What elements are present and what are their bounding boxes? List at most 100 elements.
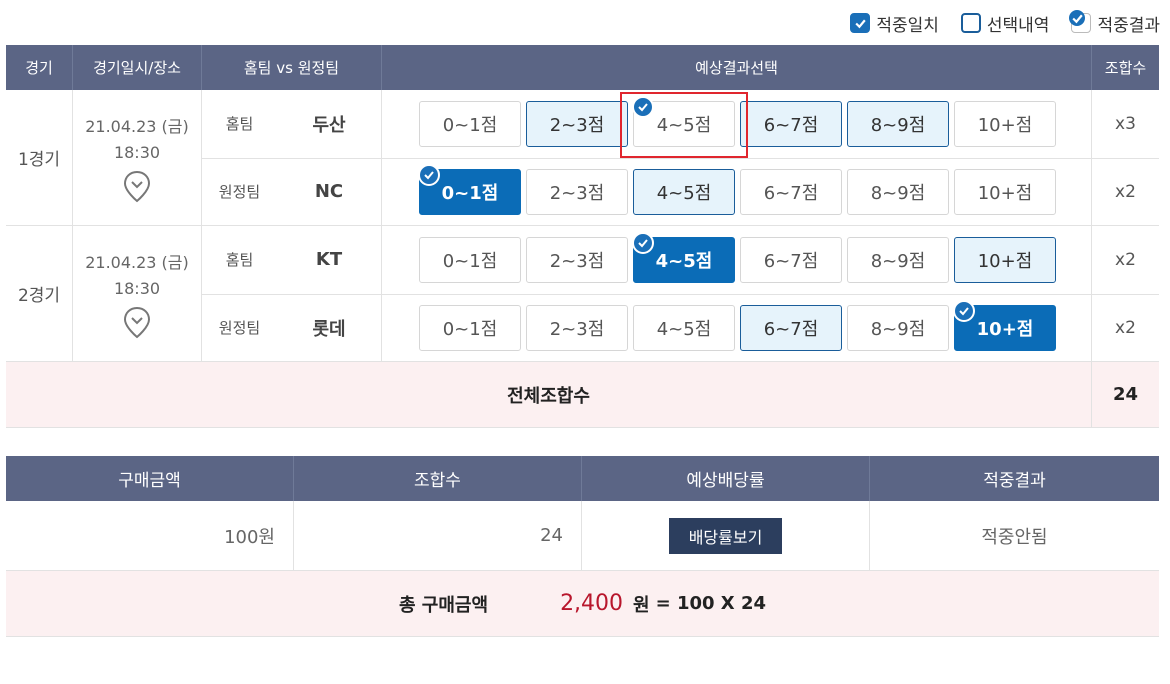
check-icon (632, 231, 654, 254)
team-side: 원정팀 (218, 183, 261, 202)
score-option[interactable]: 0~1점 (419, 100, 521, 147)
result-check-icon (1069, 10, 1092, 33)
score-option[interactable]: 2~3점 (526, 236, 628, 283)
total-purchase-amount: 2,400 (560, 591, 624, 616)
row-combo: x2 (1115, 181, 1136, 202)
location-pin-icon[interactable] (123, 170, 151, 204)
score-option-label: 6~7점 (763, 114, 819, 136)
score-option-label: 8~9점 (870, 250, 926, 272)
prediction-options: 0~1점 2~3점 4~5점 6~7점 8~9점 10+점 (382, 294, 1092, 361)
score-option[interactable]: 8~9점 (847, 100, 949, 147)
game-label: 2경기 (6, 226, 73, 361)
score-option[interactable]: 4~5점 (632, 231, 735, 283)
prediction-options: 0~1점 2~3점 4~5점 6~7점 8~9점 10+점 (382, 90, 1092, 158)
game-rows: 홈팀 KT 0~1점 2~3점 4~5점 6~7점 8~9점 10+점 x2 원정팀 롯데… (202, 226, 1159, 361)
score-option-label: 10+점 (977, 250, 1033, 272)
game-block: 1경기 21.04.23 (금) 18:30 홈팀 두산 0~1점 2~3점 4~5… (6, 90, 1159, 226)
games-body: 1경기 21.04.23 (금) 18:30 홈팀 두산 0~1점 2~3점 4~5… (6, 90, 1159, 362)
score-option[interactable]: 2~3점 (526, 168, 628, 215)
team-name: 롯데 (277, 294, 382, 361)
hit-check-icon (850, 13, 871, 33)
total-combo-row: 전체조합수 24 (6, 362, 1159, 428)
game-rows: 홈팀 두산 0~1점 2~3점 4~5점 6~7점 8~9점 10+점 x3 원정팀 NC… (202, 90, 1159, 225)
game-time: 18:30 (113, 143, 161, 162)
score-option-label: 6~7점 (763, 250, 819, 272)
score-option[interactable]: 8~9점 (847, 236, 949, 283)
score-option[interactable]: 2~3점 (526, 100, 628, 147)
odds-cell: 배당률보기 (582, 501, 870, 570)
score-option[interactable]: 0~1점 (418, 163, 521, 215)
score-option[interactable]: 10+점 (953, 299, 1056, 351)
check-icon (418, 163, 440, 186)
legend: 적중일치 선택내역 적중결과 (850, 10, 1160, 36)
team-row: 홈팀 두산 0~1점 2~3점 4~5점 6~7점 8~9점 10+점 x3 (202, 90, 1159, 158)
score-option[interactable]: 4~5점 (632, 95, 735, 147)
score-option[interactable]: 10+점 (954, 168, 1056, 215)
header-teams: 홈팀 vs 원정팀 (202, 45, 382, 90)
score-option[interactable]: 4~5점 (633, 168, 735, 215)
legend-selected: 선택내역 (960, 11, 1049, 36)
purchase-table-header: 구매금액 조합수 예상배당률 적중결과 (6, 456, 1159, 501)
score-option-label: 4~5점 (656, 182, 712, 204)
score-option[interactable]: 8~9점 (847, 304, 949, 351)
game-block: 2경기 21.04.23 (금) 18:30 홈팀 KT 0~1점 2~3점 4~5… (6, 226, 1159, 362)
score-option[interactable]: 6~7점 (740, 100, 842, 147)
score-option[interactable]: 8~9점 (847, 168, 949, 215)
score-option-label: 6~7점 (763, 318, 819, 340)
score-option[interactable]: 10+점 (954, 236, 1056, 283)
score-option-label: 8~9점 (870, 318, 926, 340)
total-purchase-formula: = 100 X 24 (655, 593, 766, 614)
score-option-label: 6~7점 (763, 182, 819, 204)
game-label: 1경기 (6, 90, 73, 225)
header-datetime: 경기일시/장소 (73, 45, 202, 90)
header-odds: 예상배당률 (582, 456, 870, 501)
score-option-label: 2~3점 (549, 318, 605, 340)
score-option[interactable]: 2~3점 (526, 304, 628, 351)
score-option[interactable]: 0~1점 (419, 236, 521, 283)
score-option-label: 2~3점 (549, 114, 605, 136)
team-row: 홈팀 KT 0~1점 2~3점 4~5점 6~7점 8~9점 10+점 x2 (202, 226, 1159, 294)
score-option-label: 0~1점 (442, 114, 498, 136)
score-option[interactable]: 10+점 (954, 100, 1056, 147)
purchase-amount: 100원 (6, 501, 294, 570)
game-time: 18:30 (113, 279, 161, 298)
selected-box-icon (960, 13, 981, 33)
total-combo-value: 24 (1112, 384, 1139, 405)
score-option-label: 4~5점 (656, 318, 712, 340)
team-name: NC (277, 158, 382, 225)
check-icon (953, 299, 975, 322)
score-option[interactable]: 6~7점 (740, 236, 842, 283)
score-option-label: 4~5점 (656, 114, 712, 136)
header-amount: 구매금액 (6, 456, 294, 501)
prediction-table: 경기 경기일시/장소 홈팀 vs 원정팀 예상결과선택 조합수 1경기 21.0… (6, 45, 1159, 428)
location-pin-icon[interactable] (123, 306, 151, 340)
legend-hit-label: 적중일치 (876, 15, 939, 36)
prediction-options: 0~1점 2~3점 4~5점 6~7점 8~9점 10+점 (382, 226, 1092, 294)
purchase-result: 적중안됨 (981, 526, 1048, 548)
total-purchase-label: 총 구매금액 (398, 594, 489, 616)
game-date: 21.04.23 (금) (85, 253, 189, 272)
score-option-label: 2~3점 (549, 182, 605, 204)
team-side: 원정팀 (218, 319, 261, 338)
prediction-table-header: 경기 경기일시/장소 홈팀 vs 원정팀 예상결과선택 조합수 (6, 45, 1159, 90)
view-odds-button[interactable]: 배당률보기 (668, 517, 783, 554)
header-combo: 조합수 (294, 456, 582, 501)
score-option-label: 10+점 (977, 114, 1033, 136)
score-option-label: 0~1점 (442, 250, 498, 272)
purchase-table: 구매금액 조합수 예상배당률 적중결과 100원 24 배당률보기 적중안됨 총… (6, 456, 1159, 637)
score-option-label: 10+점 (977, 182, 1033, 204)
game-datetime: 21.04.23 (금) 18:30 (73, 226, 202, 361)
team-row: 원정팀 NC 0~1점 2~3점 4~5점 6~7점 8~9점 10+점 x2 (202, 157, 1159, 225)
header-prediction: 예상결과선택 (382, 45, 1092, 90)
score-option[interactable]: 0~1점 (419, 304, 521, 351)
score-option[interactable]: 4~5점 (633, 304, 735, 351)
score-option[interactable]: 6~7점 (740, 304, 842, 351)
score-option-label: 0~1점 (441, 182, 499, 204)
score-option-label: 2~3점 (549, 250, 605, 272)
row-combo: x3 (1115, 113, 1136, 134)
score-option[interactable]: 6~7점 (740, 168, 842, 215)
header-result: 적중결과 (983, 471, 1046, 491)
prediction-options: 0~1점 2~3점 4~5점 6~7점 8~9점 10+점 (382, 158, 1092, 225)
row-combo: x2 (1115, 317, 1136, 338)
row-combo: x2 (1115, 249, 1136, 270)
